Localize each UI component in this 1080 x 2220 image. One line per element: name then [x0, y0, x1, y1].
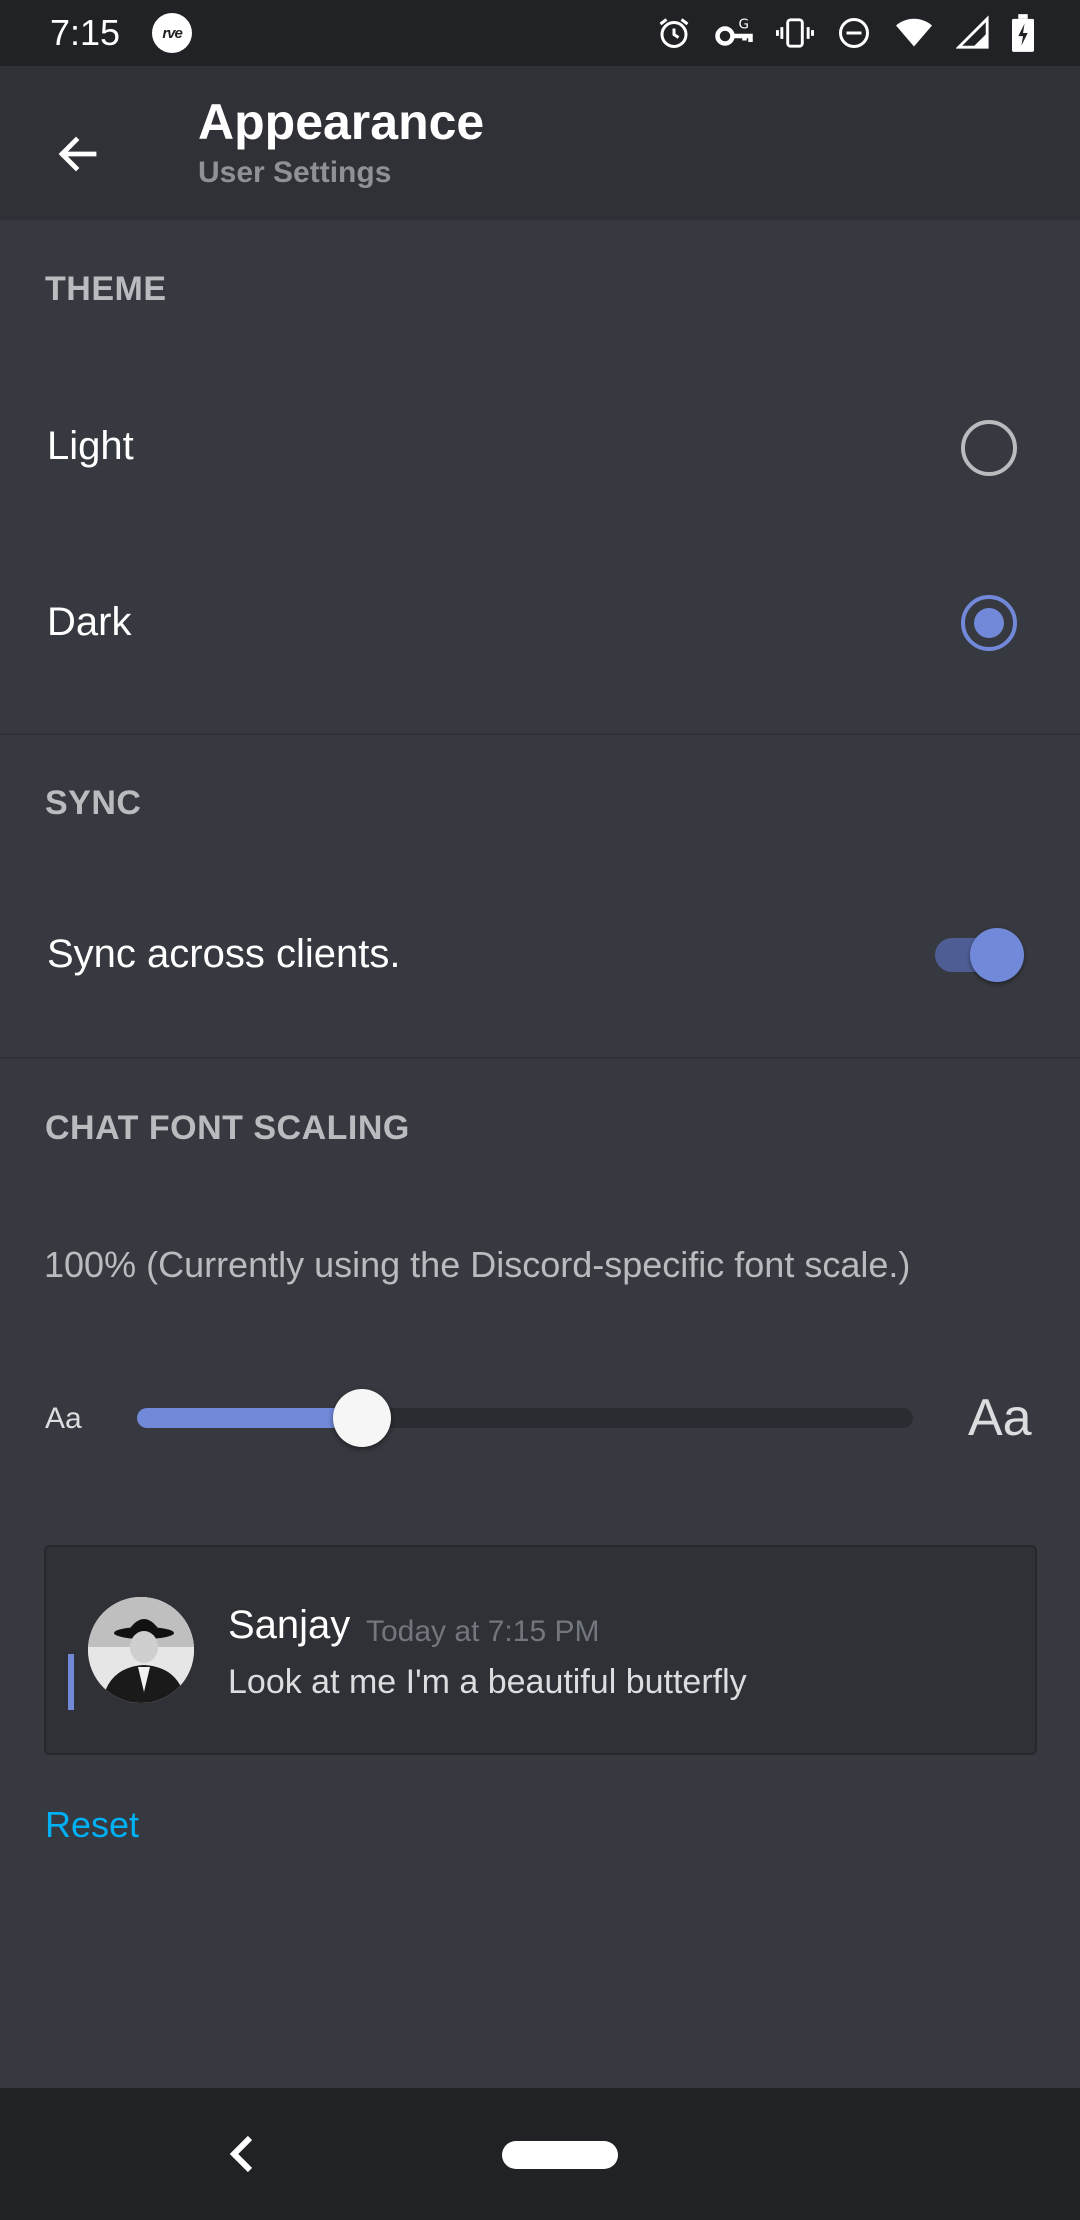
- vibrate-icon: [776, 18, 814, 48]
- status-icons: G: [656, 14, 1034, 52]
- nav-home-button[interactable]: [502, 2141, 618, 2169]
- font-scaling-section-header: CHAT FONT SCALING: [45, 1109, 410, 1147]
- font-scale-small-label: Aa: [45, 1402, 82, 1435]
- radio-selected-dot: [974, 608, 1004, 638]
- rve-app-icon-label: rve: [162, 24, 183, 42]
- vpn-key-icon: G: [715, 17, 753, 46]
- arrow-left-icon: [58, 136, 97, 172]
- sync-toggle-thumb[interactable]: [970, 928, 1024, 982]
- theme-dark-radio[interactable]: [961, 595, 1017, 651]
- page-title: Appearance: [198, 94, 485, 150]
- message-username: Sanjay: [228, 1603, 351, 1647]
- back-button[interactable]: [40, 116, 116, 192]
- toolbar-titles: Appearance User Settings: [198, 92, 484, 190]
- reset-button[interactable]: Reset: [45, 1804, 139, 1846]
- appearance-settings-screen: 7:15 rve G Appearance User Settings THEM…: [0, 0, 1080, 2220]
- sync-label: Sync across clients.: [47, 932, 401, 976]
- page-subtitle: User Settings: [198, 156, 392, 189]
- message-text: Look at me I'm a beautiful butterfly: [228, 1663, 747, 1701]
- alarm-icon: [659, 18, 689, 48]
- status-bar: 7:15 rve G: [0, 0, 1080, 66]
- svg-text:G: G: [739, 17, 749, 33]
- font-scale-slider-thumb[interactable]: [333, 1389, 392, 1447]
- font-scale-description: 100% (Currently using the Discord-specif…: [44, 1244, 911, 1285]
- theme-section-header: THEME: [45, 270, 167, 308]
- avatar-image: [88, 1597, 194, 1703]
- font-scale-large-label: Aa: [968, 1389, 1032, 1447]
- preview-accent-bar: [68, 1654, 74, 1710]
- battery-charging-icon: [1012, 14, 1034, 52]
- cell-signal-icon: [956, 15, 989, 49]
- do-not-disturb-icon: [839, 18, 869, 48]
- sync-section-header: SYNC: [45, 784, 142, 822]
- section-divider: [0, 1057, 1080, 1059]
- avatar: [88, 1597, 194, 1703]
- section-divider: [0, 733, 1080, 735]
- nav-back-icon[interactable]: [222, 2130, 262, 2178]
- wifi-icon: [896, 18, 932, 47]
- toolbar: Appearance User Settings: [0, 66, 1080, 220]
- theme-option-dark-label: Dark: [47, 600, 132, 644]
- message-preview-card: Sanjay Today at 7:15 PM Look at me I'm a…: [44, 1545, 1037, 1755]
- theme-light-radio[interactable]: [961, 420, 1017, 476]
- status-time: 7:15: [50, 12, 121, 53]
- message-timestamp: Today at 7:15 PM: [366, 1615, 600, 1648]
- theme-option-light-label: Light: [47, 424, 134, 468]
- rve-app-icon: rve: [152, 13, 193, 53]
- font-scale-slider-fill: [137, 1408, 363, 1428]
